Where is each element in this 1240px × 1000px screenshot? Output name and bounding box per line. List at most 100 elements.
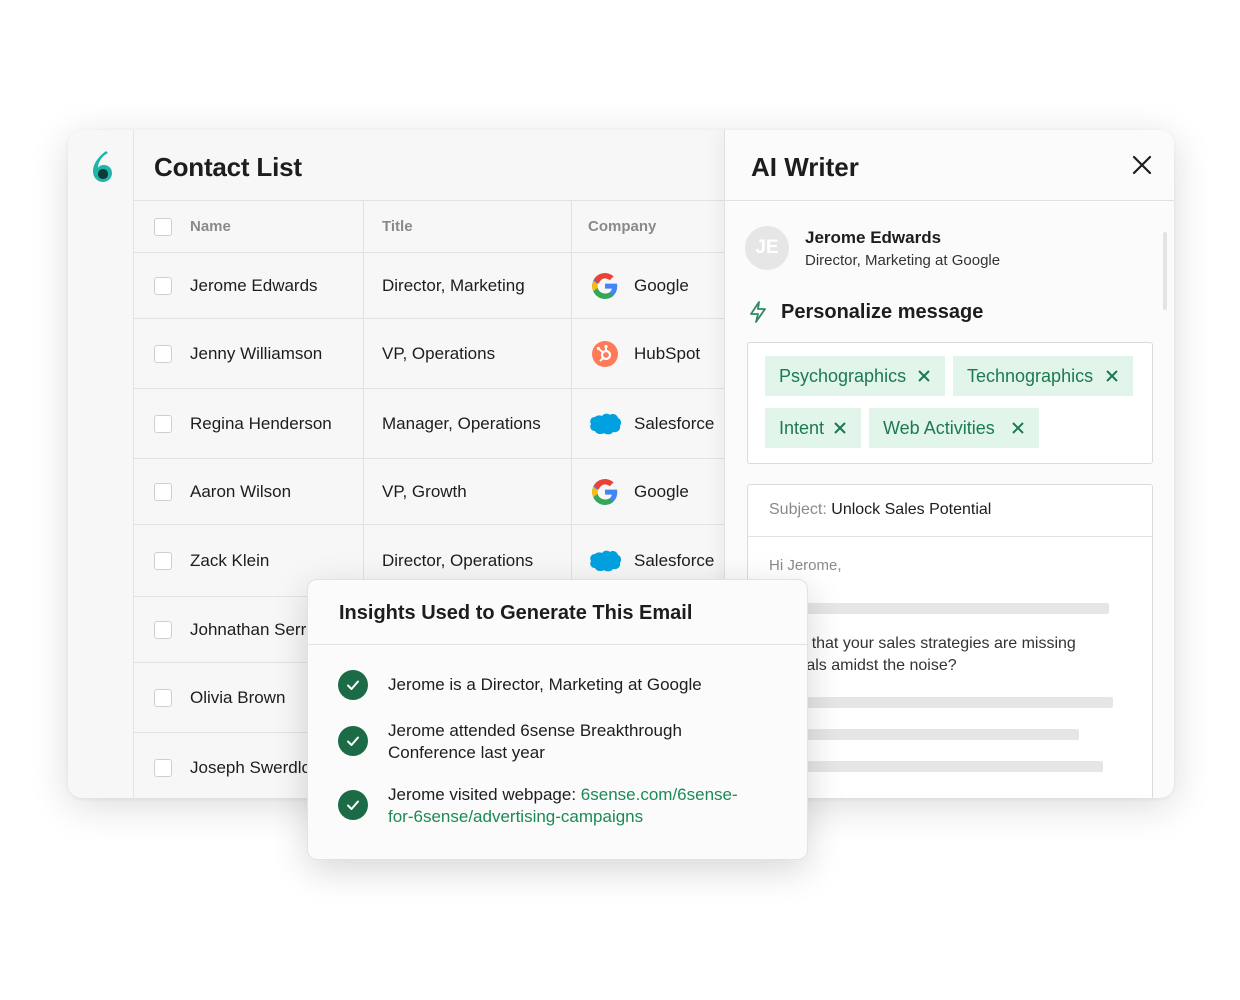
contact-name[interactable]: Jerome Edwards: [190, 276, 318, 296]
table-row[interactable]: Aaron Wilson VP, Growth Google: [134, 459, 724, 525]
scrollbar[interactable]: [1163, 232, 1167, 310]
header-title[interactable]: Title: [364, 201, 572, 252]
close-icon[interactable]: [1131, 154, 1153, 176]
row-checkbox[interactable]: [154, 758, 172, 777]
select-all-checkbox[interactable]: [154, 217, 172, 236]
company-name: HubSpot: [634, 343, 701, 363]
row-name-cell: Aaron Wilson: [134, 459, 364, 524]
placeholder-line: [769, 761, 1103, 772]
lightning-icon: [750, 301, 766, 323]
recipient-role: Director, Marketing at Google: [805, 252, 1001, 269]
insight-text: Jerome visited webpage:: [388, 785, 581, 804]
6sense-logo-icon[interactable]: [90, 150, 114, 184]
contact-title: VP, Growth: [382, 481, 467, 501]
header-company[interactable]: Company: [572, 201, 724, 252]
contact-title: Manager, Operations: [382, 413, 541, 433]
row-checkbox[interactable]: [154, 551, 172, 570]
header-title-label: Title: [382, 218, 413, 235]
remove-tag-icon[interactable]: [1103, 367, 1121, 385]
row-checkbox[interactable]: [154, 414, 172, 433]
row-title-cell: VP, Growth: [364, 459, 572, 524]
row-title-cell: Manager, Operations: [364, 389, 572, 458]
row-checkbox[interactable]: [154, 620, 172, 639]
row-name-cell: Regina Henderson: [134, 389, 364, 458]
check-icon: [338, 790, 368, 820]
row-company-cell: HubSpot: [572, 319, 724, 388]
company-name: Salesforce: [634, 413, 715, 433]
remove-tag-icon[interactable]: [831, 419, 849, 437]
page-title: Contact List: [154, 152, 302, 182]
table-header: Name Title Company: [134, 201, 724, 253]
row-checkbox[interactable]: [154, 688, 172, 707]
salesforce-logo-icon: [588, 544, 622, 578]
tag-web-activities: Web Activities: [869, 408, 1039, 448]
tag-label: Psychographics: [779, 365, 907, 386]
company-name: Salesforce: [634, 550, 715, 570]
row-checkbox[interactable]: [154, 344, 172, 363]
header-name-label: Name: [190, 218, 231, 235]
header-company-label: Company: [588, 218, 657, 235]
row-company-cell: Salesforce: [572, 389, 724, 458]
placeholder-line: [769, 697, 1113, 708]
table-row[interactable]: Regina Henderson Manager, Operations Sal…: [134, 389, 724, 459]
contact-title: VP, Operations: [382, 343, 496, 363]
check-icon: [338, 726, 368, 756]
recipient-name: Jerome Edwards: [805, 228, 942, 247]
subject-value: Unlock Sales Potential: [831, 501, 992, 518]
insight-text: Jerome attended 6sense Breakthrough: [388, 721, 682, 740]
insights-title: Insights Used to Generate This Email: [339, 602, 693, 624]
divider: [725, 200, 1174, 201]
table-row[interactable]: Jerome Edwards Director, Marketing Googl…: [134, 253, 724, 319]
contact-title: Director, Marketing: [382, 275, 525, 295]
tag-label: Intent: [779, 417, 825, 438]
contact-name[interactable]: Johnathan Serr: [190, 620, 306, 640]
row-checkbox[interactable]: [154, 482, 172, 501]
salesforce-logo-icon: [588, 407, 622, 441]
tag-label: Web Activities: [883, 417, 995, 438]
tag-technographics: Technographics: [953, 356, 1133, 396]
insight-item: Jerome visited webpage: 6sense.com/6sens…: [338, 785, 788, 828]
personalization-tags: Psychographics Technographics Intent Web…: [747, 342, 1153, 464]
contact-title: Director, Operations: [382, 550, 534, 570]
nav-rail: [68, 130, 134, 798]
remove-tag-icon[interactable]: [1009, 419, 1027, 437]
contact-name[interactable]: Aaron Wilson: [190, 482, 291, 502]
panel-title: AI Writer: [751, 152, 859, 182]
company-name: Google: [634, 275, 689, 295]
row-name-cell: Jerome Edwards: [134, 253, 364, 318]
company-name: Google: [634, 481, 689, 501]
email-body-line: l it be that your sales strategies are m…: [769, 635, 1076, 652]
insight-item: Jerome is a Director, Marketing at Googl…: [338, 670, 788, 700]
insight-item: Jerome attended 6sense Breakthrough Conf…: [338, 721, 788, 764]
row-checkbox[interactable]: [154, 276, 172, 295]
row-company-cell: Google: [572, 459, 724, 524]
subject-label: Subject:: [769, 501, 827, 518]
subject-line[interactable]: Subject: Unlock Sales Potential: [748, 485, 1152, 537]
divider: [308, 644, 807, 645]
row-title-cell: Director, Marketing: [364, 253, 572, 318]
webpage-link[interactable]: for-6sense/advertising-campaigns: [388, 806, 738, 828]
contact-name[interactable]: Olivia Brown: [190, 688, 285, 708]
email-greeting: Hi Jerome,: [769, 557, 842, 574]
check-icon: [338, 670, 368, 700]
table-row[interactable]: Jenny Williamson VP, Operations HubSpot: [134, 319, 724, 389]
hubspot-logo-icon: [588, 337, 622, 371]
google-logo-icon: [588, 269, 622, 303]
insight-text: Conference last year: [388, 743, 545, 762]
contact-name[interactable]: Zack Klein: [190, 551, 269, 571]
avatar: JE: [745, 226, 789, 270]
webpage-link[interactable]: 6sense.com/6sense-: [581, 785, 738, 804]
tag-intent: Intent: [765, 408, 861, 448]
tag-label: Technographics: [967, 365, 1094, 386]
remove-tag-icon[interactable]: [915, 367, 933, 385]
contact-name[interactable]: Joseph Swerdlo: [190, 758, 311, 778]
insights-card: Insights Used to Generate This Email Jer…: [307, 579, 808, 860]
tag-psychographics: Psychographics: [765, 356, 945, 396]
contact-name[interactable]: Regina Henderson: [190, 414, 332, 434]
placeholder-line: [769, 729, 1079, 740]
insight-text: Jerome is a Director, Marketing at Googl…: [388, 675, 702, 694]
contact-name[interactable]: Jenny Williamson: [190, 344, 322, 364]
personalize-message-label: Personalize message: [781, 301, 984, 323]
header-name[interactable]: Name: [134, 201, 364, 252]
row-title-cell: VP, Operations: [364, 319, 572, 388]
